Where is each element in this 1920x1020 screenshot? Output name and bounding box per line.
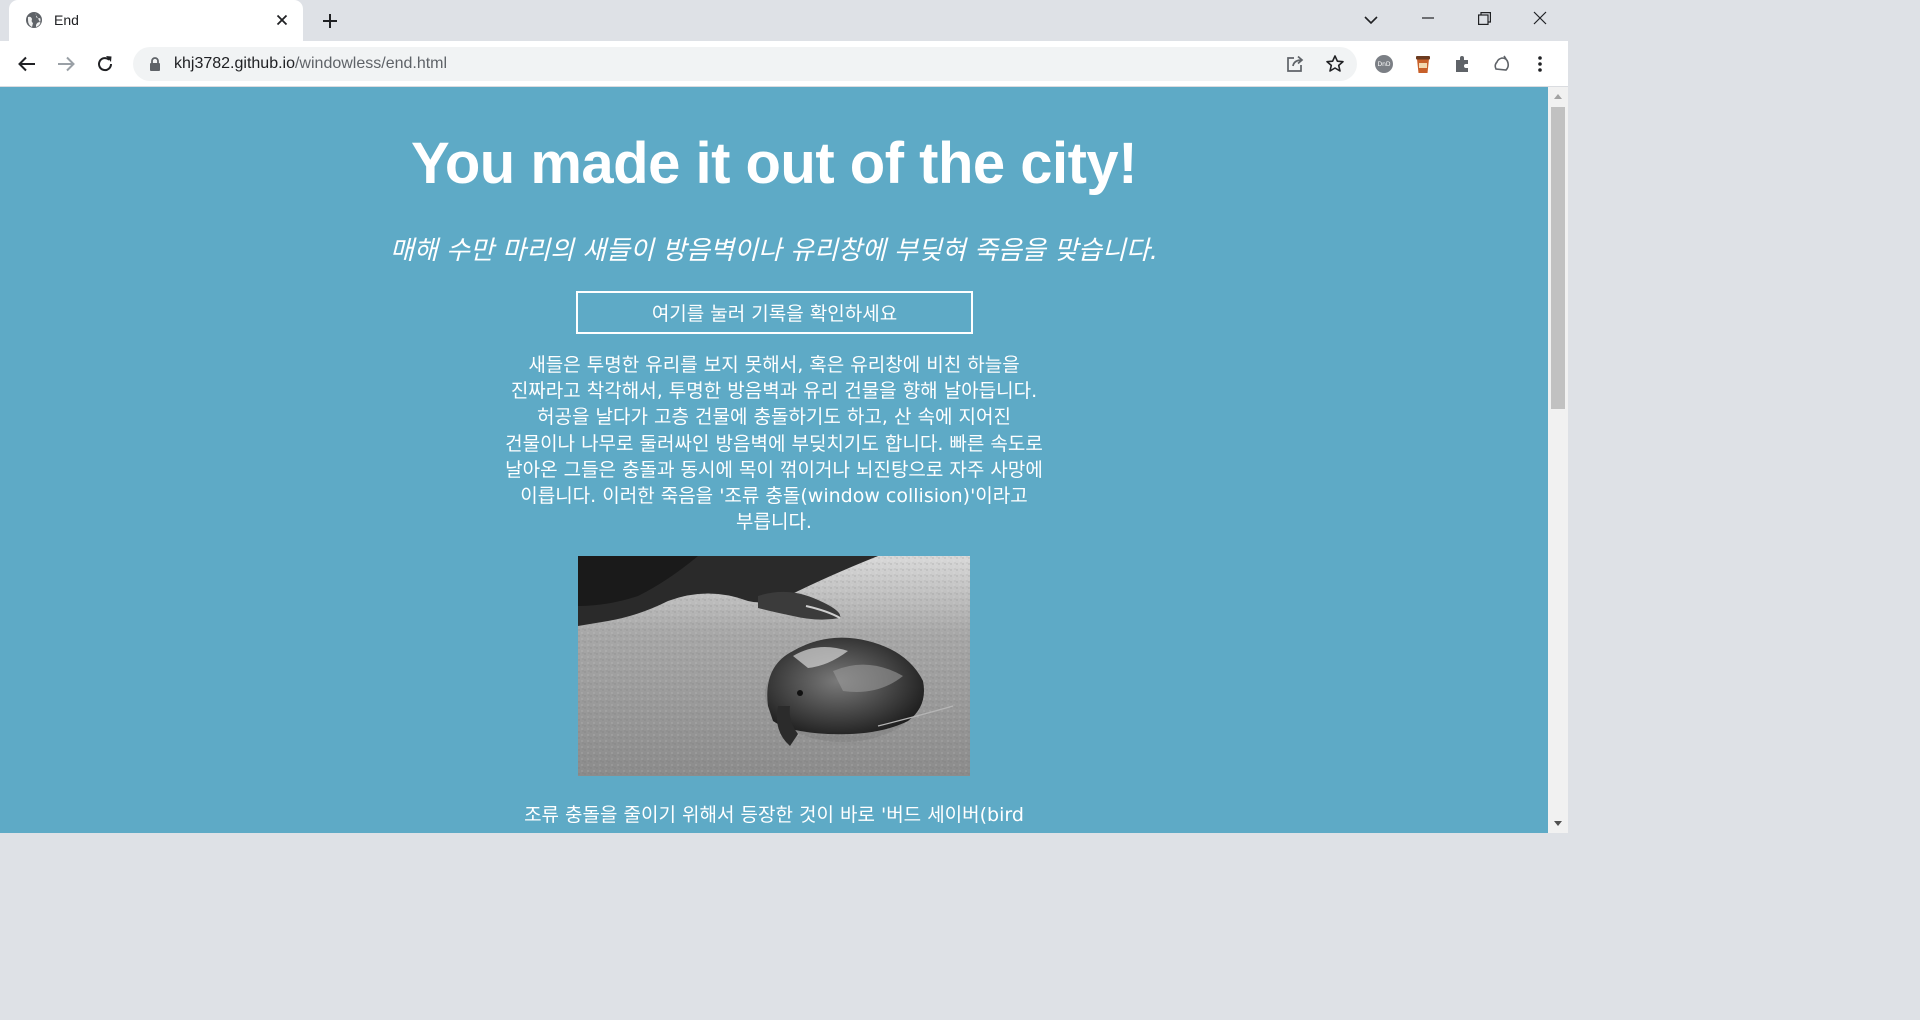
star-icon[interactable] bbox=[1324, 53, 1346, 75]
close-icon[interactable] bbox=[273, 11, 291, 29]
paragraph-line: 진짜라고 착각해서, 투명한 방음벽과 유리 건물을 향해 날아듭니다. bbox=[510, 380, 1038, 403]
tab-title: End bbox=[54, 12, 79, 28]
reload-icon[interactable] bbox=[92, 51, 118, 77]
paragraph-line: 새들은 투명한 유리를 보지 못해서, 혹은 유리창에 비친 하늘을 bbox=[528, 354, 1020, 376]
paragraph-line: 부릅니다. bbox=[736, 511, 812, 534]
page-subtitle: 매해 수만 마리의 새들이 방음벽이나 유리창에 부딪혀 죽음을 맞습니다. bbox=[389, 236, 1159, 266]
tab-strip: End bbox=[0, 0, 1568, 41]
paragraph-line: 조류 충돌을 줄이기 위해서 등장한 것이 바로 '버드 세이버(bird bbox=[524, 804, 1024, 826]
chevron-down-icon[interactable] bbox=[1359, 8, 1383, 32]
share-icon[interactable] bbox=[1284, 53, 1306, 75]
paragraph-line: 이릅니다. 이러한 죽음을 '조류 충돌(window collision)'이… bbox=[520, 485, 1028, 508]
bird-saver-paragraph: 조류 충돌을 줄이기 위해서 등장한 것이 바로 '버드 세이버(bird bbox=[464, 802, 1084, 828]
paragraph-line: 허공을 날다가 고층 건물에 충돌하기도 하고, 산 속에 지어진 bbox=[537, 406, 1011, 429]
tab-end[interactable]: End bbox=[9, 0, 303, 41]
coffee-cup-icon[interactable] bbox=[1412, 53, 1434, 75]
lock-icon[interactable] bbox=[147, 56, 163, 72]
browser-toolbar: khj3782.github.io/windowless/end.html Dn… bbox=[0, 41, 1568, 87]
kebab-menu-icon[interactable] bbox=[1529, 53, 1551, 75]
scroll-up-arrow-icon[interactable] bbox=[1548, 87, 1568, 105]
forward-arrow-icon[interactable] bbox=[53, 51, 79, 77]
puzzle-extensions-icon[interactable] bbox=[1451, 53, 1473, 75]
dead-bird-photo bbox=[578, 556, 970, 776]
view-record-button[interactable]: 여기를 눌러 기록을 확인하세요 bbox=[576, 291, 973, 334]
extension-dnd-icon[interactable]: DnD bbox=[1373, 53, 1395, 75]
scroll-down-arrow-icon[interactable] bbox=[1548, 815, 1568, 833]
restore-icon[interactable] bbox=[1470, 6, 1498, 30]
paragraph-line: 날아온 그들은 충돌과 동시에 목이 꺾이거나 뇌진탕으로 자주 사망에 bbox=[505, 458, 1043, 481]
page-scrollbar[interactable] bbox=[1548, 87, 1568, 833]
bird-collision-paragraph: 새들은 투명한 유리를 보지 못해서, 혹은 유리창에 비친 하늘을 진짜라고 … bbox=[464, 352, 1084, 535]
globe-icon bbox=[25, 11, 43, 29]
scrollbar-thumb[interactable] bbox=[1551, 107, 1565, 409]
url-path: /windowless/end.html bbox=[294, 55, 448, 72]
minimize-icon[interactable] bbox=[1414, 6, 1442, 30]
back-arrow-icon[interactable] bbox=[14, 51, 40, 77]
address-bar[interactable]: khj3782.github.io/windowless/end.html bbox=[133, 47, 1357, 81]
paragraph-line: 건물이나 나무로 둘러싸인 방음벽에 부딪치기도 합니다. 빠른 속도로 bbox=[505, 432, 1043, 455]
new-tab-plus-icon[interactable] bbox=[318, 9, 342, 33]
url-text[interactable]: khj3782.github.io/windowless/end.html bbox=[174, 55, 447, 73]
page-viewport: You made it out of the city! 매해 수만 마리의 새… bbox=[0, 87, 1548, 833]
svg-text:DnD: DnD bbox=[1377, 61, 1390, 68]
profile-avatar-icon[interactable] bbox=[1491, 53, 1513, 75]
page-heading: You made it out of the city! bbox=[410, 131, 1138, 196]
url-host: khj3782.github.io bbox=[174, 55, 295, 72]
window-close-icon[interactable] bbox=[1526, 6, 1554, 30]
